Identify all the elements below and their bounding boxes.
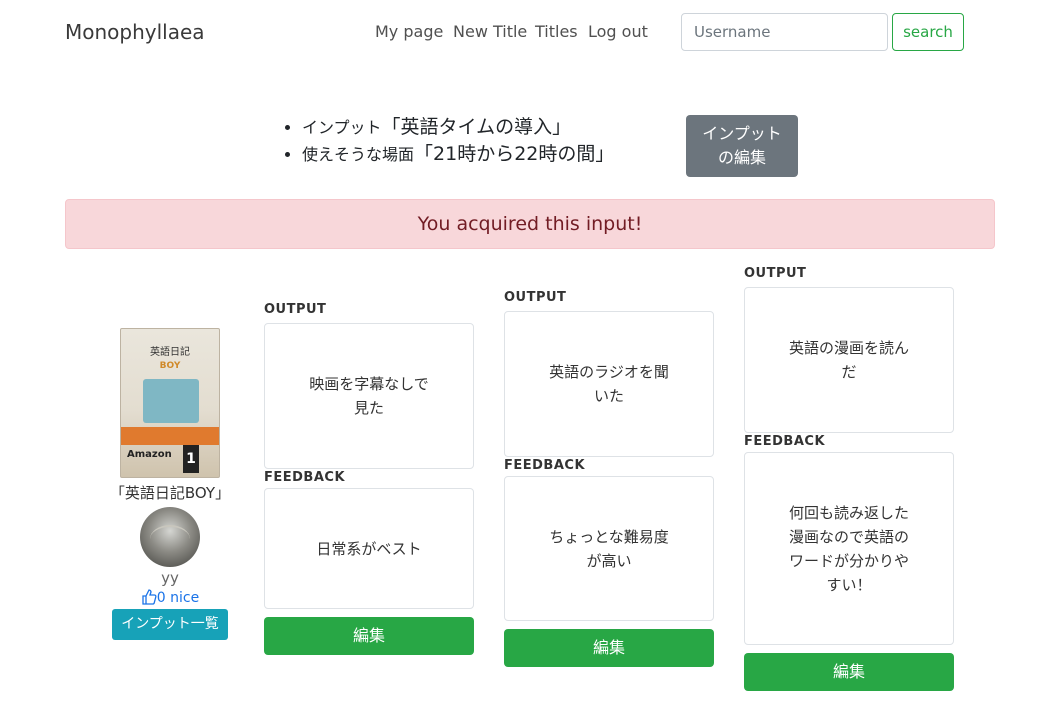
book-cover-number: 1 xyxy=(183,445,199,473)
brand-logo[interactable]: Monophyllaea xyxy=(65,20,205,44)
book-cover-illustration xyxy=(143,379,199,423)
profile-panel: 英語日記 BOY Amazon 1 「英語日記BOY」 yy 0 nice イン… xyxy=(100,328,240,640)
scene-item: 使えそうな場面「21時から22時の間」 xyxy=(302,141,614,168)
nav-my-page[interactable]: My page xyxy=(375,22,443,41)
output-card: 映画を字幕なしで見た xyxy=(264,323,474,469)
nice-button[interactable]: 0 nice xyxy=(100,589,240,606)
book-cover-amazon: Amazon xyxy=(127,449,172,460)
book-cover-image: 英語日記 BOY Amazon 1 xyxy=(120,328,220,478)
search-button[interactable]: search xyxy=(892,13,964,51)
book-cover-subtitle: BOY xyxy=(159,361,181,371)
edit-button[interactable]: 編集 xyxy=(504,629,714,667)
username: yy xyxy=(161,569,179,587)
feedback-text: 日常系がベスト xyxy=(316,539,422,558)
input-prefix: インプット xyxy=(302,118,382,137)
output-text: 英語の漫画を読んだ xyxy=(788,339,909,381)
feedback-text: ちょっとな難易度が高い xyxy=(549,527,669,570)
edit-input-button[interactable]: インプット の編集 xyxy=(686,115,798,177)
output-card: 英語のラジオを聞いた xyxy=(504,311,714,457)
feedback-card: 日常系がベスト xyxy=(264,488,474,609)
input-info-list: インプット「英語タイムの導入」 使えそうな場面「21時から22時の間」 xyxy=(280,114,614,168)
edit-input-button-line1: インプット xyxy=(702,124,782,143)
record-column: OUTPUT 映画を字幕なしで見た FEEDBACK 日常系がベスト 編集 xyxy=(264,302,474,655)
output-card: 英語の漫画を読んだ xyxy=(744,287,954,433)
book-cover-title: 英語日記 xyxy=(150,347,190,358)
output-text: 英語のラジオを聞いた xyxy=(549,363,669,405)
output-label: OUTPUT xyxy=(264,302,327,317)
nav-titles[interactable]: Titles xyxy=(535,22,578,41)
edit-button[interactable]: 編集 xyxy=(744,653,954,691)
output-label: OUTPUT xyxy=(504,290,567,305)
acquired-alert: You acquired this input! xyxy=(65,199,995,249)
feedback-label: FEEDBACK xyxy=(744,434,826,449)
book-cover-band xyxy=(121,427,219,445)
input-value: 「英語タイムの導入」 xyxy=(381,116,572,138)
edit-input-button-line2: の編集 xyxy=(717,148,766,167)
feedback-text: 何回も読み返した漫画なので英語のワードが分かりやすい！ xyxy=(788,503,909,594)
feedback-card: 何回も読み返した漫画なので英語のワードが分かりやすい！ xyxy=(744,452,954,645)
thumbs-up-icon xyxy=(142,589,157,605)
input-item: インプット「英語タイムの導入」 xyxy=(302,114,614,141)
input-list-button[interactable]: インプット一覧 xyxy=(112,609,228,640)
edit-button[interactable]: 編集 xyxy=(264,617,474,655)
scene-prefix: 使えそうな場面 xyxy=(302,145,415,164)
search-input[interactable] xyxy=(681,13,888,51)
feedback-label: FEEDBACK xyxy=(264,470,346,485)
output-label: OUTPUT xyxy=(744,266,807,281)
avatar xyxy=(140,507,200,567)
record-column: OUTPUT 英語のラジオを聞いた FEEDBACK ちょっとな難易度が高い 編… xyxy=(504,290,714,667)
book-label: 「英語日記BOY」 xyxy=(109,484,231,502)
nice-count: 0 nice xyxy=(156,590,200,606)
nav-log-out[interactable]: Log out xyxy=(588,22,648,41)
scene-value: 「21時から22時の間」 xyxy=(414,143,615,165)
feedback-card: ちょっとな難易度が高い xyxy=(504,476,714,621)
record-column: OUTPUT 英語の漫画を読んだ FEEDBACK 何回も読み返した漫画なので英… xyxy=(744,266,954,691)
nav-new-title[interactable]: New Title xyxy=(453,22,527,41)
output-text: 映画を字幕なしで見た xyxy=(309,375,429,417)
feedback-label: FEEDBACK xyxy=(504,458,586,473)
